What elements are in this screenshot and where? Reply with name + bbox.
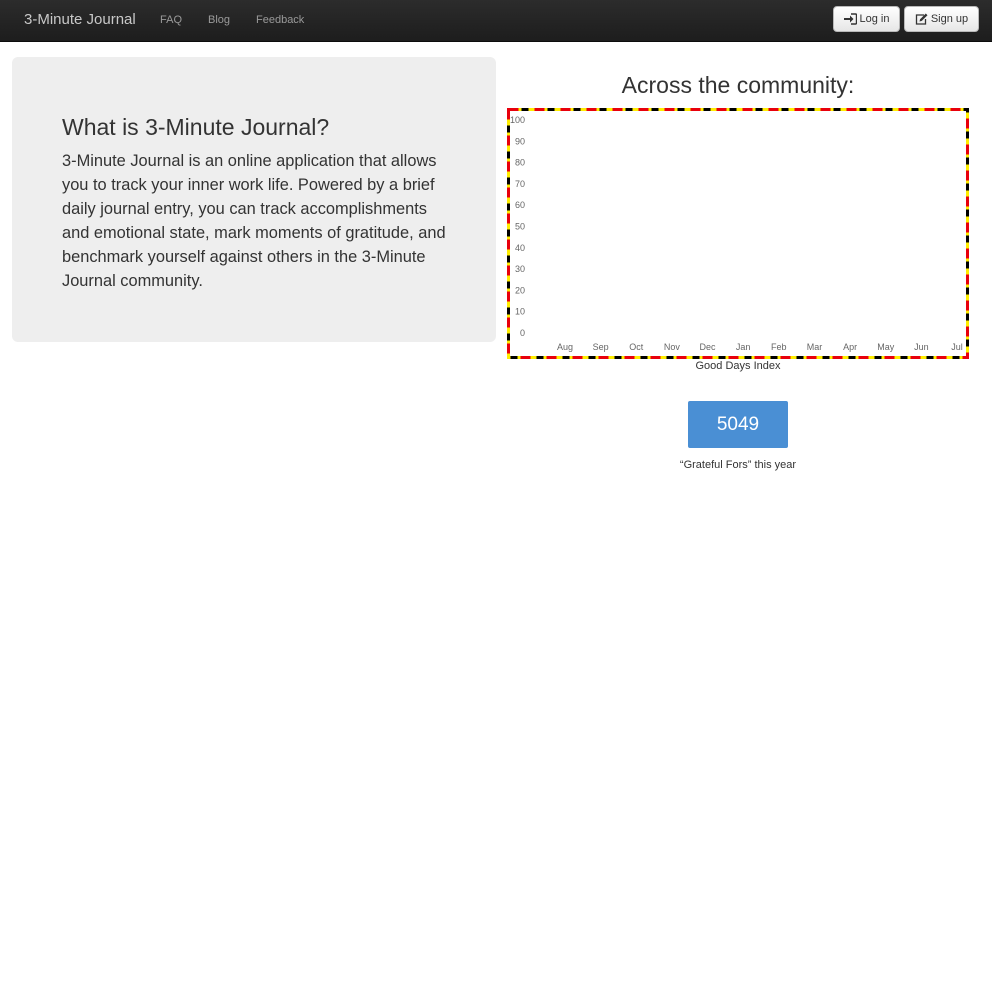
y-tick-label: 0 [520,328,525,338]
y-tick-label: 100 [510,115,525,125]
y-tick-label: 80 [515,158,525,168]
sign-in-icon [843,13,857,25]
y-tick-label: 90 [515,136,525,146]
grateful-count-caption: “Grateful Fors” this year [679,459,797,471]
brand-link[interactable]: 3-Minute Journal [24,11,136,28]
x-tick-label: Jan [736,342,751,352]
signup-button[interactable]: Sign up [904,6,979,32]
x-tick-label: May [877,342,895,352]
chart-svg: 0 10 20 30 40 50 60 70 80 90 100 Aug Sep Oct Nov Dec Ja… [507,108,969,359]
y-tick-label: 20 [515,285,525,295]
grateful-count-badge: 5049 [688,401,788,448]
y-tick-label: 40 [515,243,525,253]
y-tick-label: 10 [515,307,525,317]
x-tick-label: Oct [629,342,644,352]
x-tick-label: Aug [557,342,573,352]
community-title: Across the community: [621,72,855,98]
y-tick-label: 50 [515,222,525,232]
x-tick-label: Jun [914,342,929,352]
hero-description: 3-Minute Journal is an online applicatio… [62,152,446,290]
x-tick-label: Jul [951,342,963,352]
y-tick-label: 70 [515,179,525,189]
x-tick-label: Sep [593,342,609,352]
x-tick-label: Feb [771,342,787,352]
chart-caption: Good Days Index [695,360,781,372]
signup-label: Sign up [930,13,969,25]
y-tick-label: 30 [515,264,525,274]
y-tick-label: 60 [515,200,525,210]
top-navbar: 3-Minute Journal FAQ Blog Feedback Log i… [0,0,992,42]
x-tick-label: Nov [664,342,681,352]
chart-background [507,108,969,359]
x-tick-label: Apr [843,342,857,352]
hero-title: What is 3-Minute Journal? [62,114,330,140]
good-days-chart: 0 10 20 30 40 50 60 70 80 90 100 Aug Sep Oct Nov Dec Ja… [507,108,969,359]
x-tick-label: Dec [700,342,717,352]
login-label: Log in [859,13,890,25]
nav-link-faq[interactable]: FAQ [160,14,182,26]
hero-panel: What is 3-Minute Journal? 3-Minute Journ… [12,57,496,342]
nav-link-blog[interactable]: Blog [208,14,230,26]
nav-link-feedback[interactable]: Feedback [256,14,304,26]
login-button[interactable]: Log in [833,6,900,32]
x-tick-label: Mar [807,342,823,352]
edit-icon [915,13,928,25]
